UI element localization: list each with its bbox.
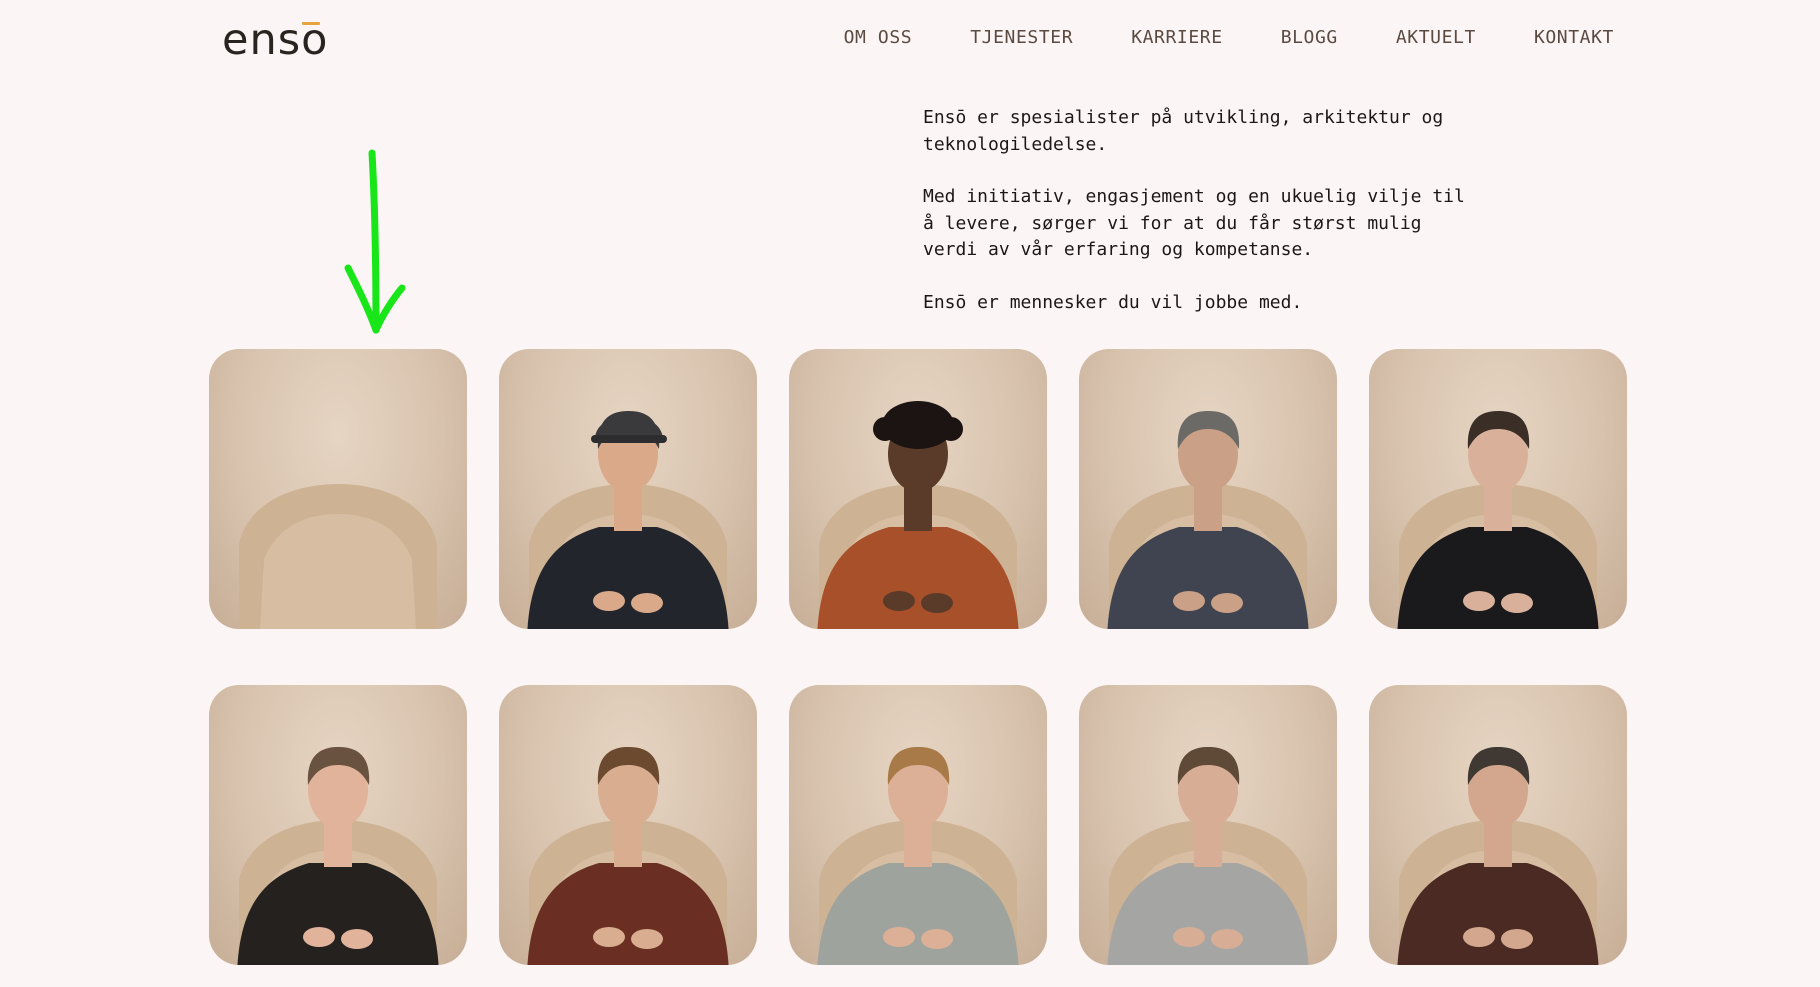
intro-paragraph-3: Ensō er mennesker du vil jobbe med.: [923, 291, 1303, 313]
nav-om-oss[interactable]: OM OSS: [815, 26, 942, 50]
site-header: enso OM OSS TJENESTER KARRIERE BLOGG AKT…: [0, 0, 1820, 90]
team-photo-person-black-tee[interactable]: [1369, 349, 1627, 629]
team-photo-person-cap[interactable]: [499, 349, 757, 629]
nav-karriere[interactable]: KARRIERE: [1102, 26, 1252, 50]
logo-macron: [302, 22, 320, 25]
team-photo-person-grey-sweater[interactable]: [789, 685, 1047, 965]
team-photo-person-red-shirt[interactable]: [499, 685, 757, 965]
intro-text: Ensō er spesialister på utvikling, arkit…: [923, 105, 1523, 342]
nav-aktuelt[interactable]: AKTUELT: [1367, 26, 1505, 50]
main-nav: OM OSS TJENESTER KARRIERE BLOGG AKTUELT …: [815, 26, 1614, 50]
intro-paragraph-1: Ensō er spesialister på utvikling, arkit…: [923, 107, 1444, 155]
intro-paragraph-2: Med initiativ, engasjement og en ukuelig…: [923, 186, 1465, 260]
team-photo-person-grey-shirt[interactable]: [1079, 349, 1337, 629]
team-photo-person-light-sweater[interactable]: [1079, 685, 1337, 965]
team-photo-person-brown-sweater[interactable]: [1369, 685, 1627, 965]
team-photo-person-orange-sweater[interactable]: [789, 349, 1047, 629]
enso-logo[interactable]: enso: [222, 18, 332, 62]
team-photo-person-black-shirt[interactable]: [209, 685, 467, 965]
nav-kontakt[interactable]: KONTAKT: [1505, 26, 1614, 50]
team-photo-empty-chair[interactable]: [209, 349, 467, 629]
nav-tjenester[interactable]: TJENESTER: [941, 26, 1102, 50]
nav-blogg[interactable]: BLOGG: [1252, 26, 1367, 50]
green-arrow-annotation: [344, 149, 406, 334]
